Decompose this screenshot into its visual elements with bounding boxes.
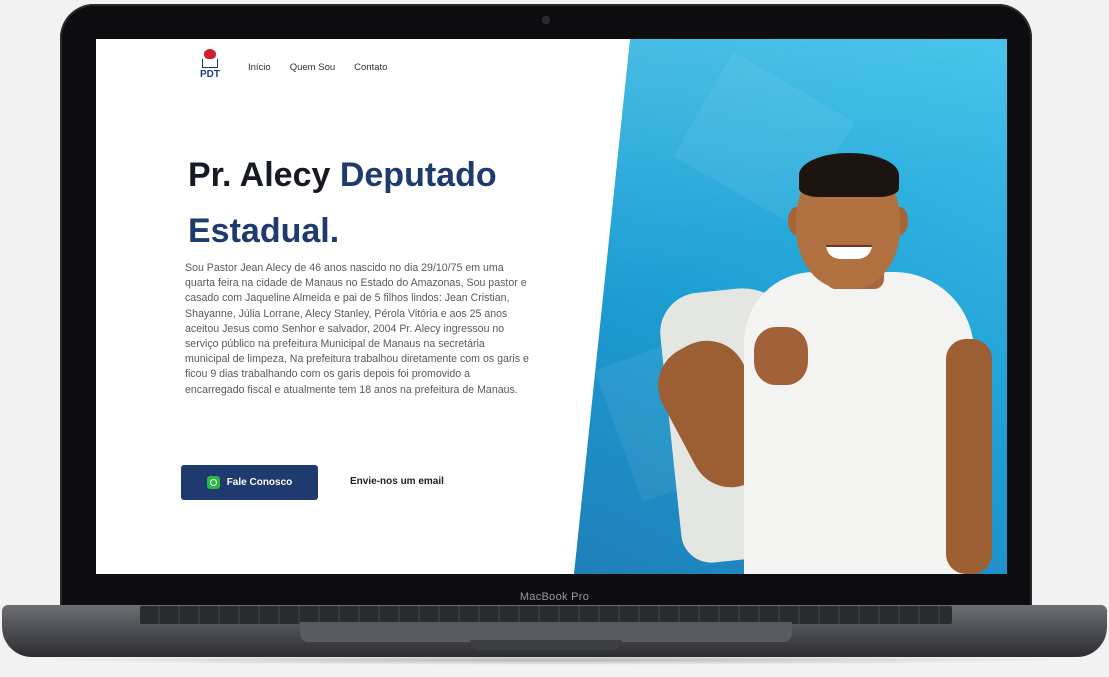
logo-text: PDT	[200, 69, 220, 80]
trackpad	[300, 622, 792, 642]
bio-paragraph: Sou Pastor Jean Alecy de 46 anos nascido…	[185, 262, 529, 396]
nav-item-quem-sou[interactable]: Quem Sou	[290, 62, 335, 73]
camera-icon	[543, 17, 549, 23]
whatsapp-icon	[206, 476, 220, 489]
nav-item-contato[interactable]: Contato	[354, 62, 387, 73]
device-label: MacBook Pro	[519, 591, 590, 603]
title-name: Pr. Alecy	[188, 156, 340, 194]
rose-icon	[204, 49, 216, 59]
hand	[754, 327, 808, 385]
nav-item-inicio[interactable]: Início	[248, 62, 271, 73]
laptop-screen: PDT Início Quem Sou Contato Pr. Alecy De…	[96, 39, 1007, 574]
pdt-logo[interactable]: PDT	[196, 49, 224, 85]
fale-conosco-button[interactable]: Fale Conosco	[181, 465, 318, 500]
hair	[799, 153, 899, 197]
page-title: Pr. Alecy Deputado Estadual.	[188, 147, 588, 259]
book-icon	[202, 59, 218, 68]
fale-conosco-label: Fale Conosco	[226, 477, 293, 488]
hinge-notch	[470, 640, 622, 650]
right-arm	[946, 339, 992, 574]
top-nav: PDT Início Quem Sou Contato	[196, 47, 406, 87]
email-link[interactable]: Envie-nos um email	[350, 476, 444, 487]
white-tshirt	[744, 272, 974, 574]
hero-image	[574, 39, 1007, 574]
smile	[826, 245, 872, 259]
